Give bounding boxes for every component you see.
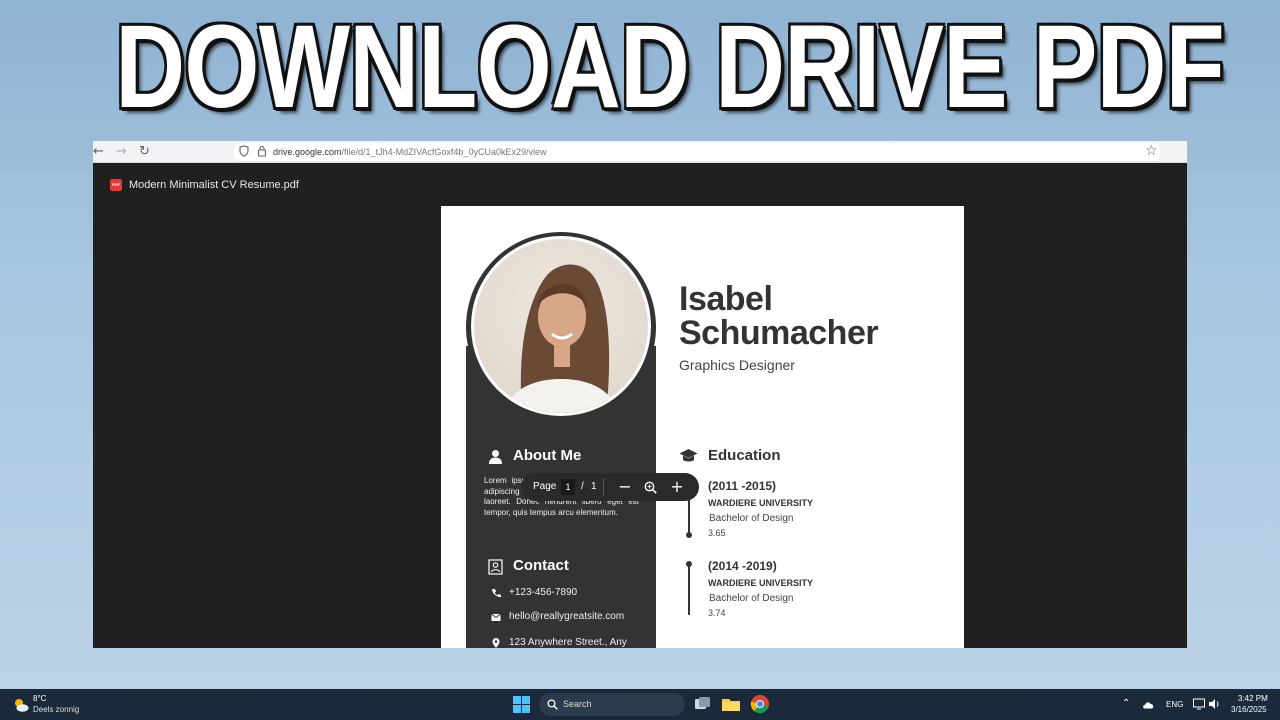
video-headline: DOWNLOAD DRIVE PDF [115, 1, 1225, 133]
zoom-out-button[interactable]: − [615, 477, 635, 497]
file-explorer-icon[interactable] [721, 694, 741, 714]
page-separator: / [581, 481, 584, 492]
zoom-magnifier-icon[interactable] [644, 481, 657, 494]
weather-temperature[interactable]: 8°C [33, 694, 46, 704]
clock-time[interactable]: 3:42 PM [1238, 694, 1268, 704]
resume-name: Isabel Schumacher [679, 282, 949, 350]
page-total: 1 [591, 481, 597, 492]
education-title: Education [708, 447, 781, 464]
chrome-browser-icon[interactable] [750, 694, 770, 714]
last-name: Schumacher [679, 314, 879, 352]
education-university: WARDIERE UNIVERSITY [708, 498, 814, 508]
education-degree: Bachelor of Design [709, 513, 794, 524]
page-number-input[interactable]: 1 [561, 479, 575, 495]
pdf-file-icon: PDF [110, 179, 122, 191]
shield-icon[interactable] [239, 145, 249, 157]
weather-description[interactable]: Deels zonnig [33, 705, 79, 715]
chevron-up-icon[interactable]: ⌃ [1122, 699, 1130, 709]
forward-arrow-icon[interactable]: → [116, 143, 127, 161]
lock-icon[interactable] [257, 145, 267, 157]
portrait-illustration [504, 264, 618, 413]
network-icon[interactable] [1193, 698, 1205, 710]
reload-icon[interactable]: ↻ [139, 143, 150, 161]
education-university: WARDIERE UNIVERSITY [708, 578, 814, 588]
url-field[interactable]: drive.google.com/file/d/1_tJh4-MdZIVAcfG… [233, 143, 1161, 161]
contact-phone: +123-456-7890 [509, 587, 578, 598]
phone-icon [492, 589, 501, 598]
about-title: About Me [513, 447, 582, 464]
contact-title: Contact [513, 557, 569, 574]
url-host: drive.google.com [273, 147, 342, 157]
first-name: Isabel [679, 280, 773, 318]
back-arrow-icon[interactable]: ← [93, 143, 104, 161]
url-text[interactable]: drive.google.com/file/d/1_tJh4-MdZIVAcfG… [273, 145, 546, 159]
search-label: Search [563, 699, 592, 709]
resume-role: Graphics Designer [679, 357, 795, 373]
education-gpa: 3.74 [708, 608, 726, 618]
contact-email: hello@reallygreatsite.com [509, 611, 625, 622]
volume-icon[interactable] [1208, 698, 1221, 710]
partly-sunny-icon[interactable] [13, 697, 29, 713]
page-label: Page [533, 481, 557, 492]
education-years: (2014 -2019) [708, 559, 777, 573]
onedrive-cloud-icon[interactable] [1142, 700, 1155, 709]
contact-address: 123 Anywhere Street., Any [509, 637, 627, 648]
zoom-in-button[interactable]: + [667, 477, 687, 497]
search-icon [547, 699, 558, 710]
contact-card-icon [488, 559, 503, 575]
bookmark-star-icon[interactable]: ☆ [1145, 142, 1158, 160]
file-name: Modern Minimalist CV Resume.pdf [129, 179, 299, 191]
windows-start-icon[interactable] [513, 696, 530, 713]
location-pin-icon [492, 638, 500, 648]
windows-taskbar: 8°C Deels zonnig Search ⌃ ENG 3:42 PM 3/… [0, 689, 1280, 720]
browser-window: ← → ↻ drive.google.com/file/d/1_tJh4-MdZ… [93, 141, 1187, 648]
education-gpa: 3.65 [708, 528, 726, 538]
timeline-line [688, 564, 690, 615]
clock-date[interactable]: 3/16/2025 [1231, 705, 1267, 715]
person-icon [489, 450, 502, 464]
task-view-icon[interactable] [692, 694, 712, 714]
mail-icon [491, 613, 501, 621]
url-path: /file/d/1_tJh4-MdZIVAcfGoxf4b_0yCUa0kEx2… [341, 147, 547, 157]
divider [603, 478, 604, 496]
graduation-cap-icon [679, 449, 698, 462]
address-bar: ← → ↻ drive.google.com/file/d/1_tJh4-MdZ… [93, 141, 1187, 163]
timeline-dot [686, 532, 692, 538]
pdf-viewer-header: PDF Modern Minimalist CV Resume.pdf [93, 163, 1187, 203]
profile-photo [474, 239, 648, 413]
page-navigation-control: Page 1 / 1 − + [521, 473, 699, 501]
education-years: (2011 -2015) [708, 479, 777, 493]
taskbar-search-box[interactable]: Search [539, 693, 685, 716]
pdf-page[interactable]: Isabel Schumacher Graphics Designer Abou… [441, 206, 964, 648]
education-degree: Bachelor of Design [709, 593, 794, 604]
language-indicator[interactable]: ENG [1166, 700, 1183, 710]
